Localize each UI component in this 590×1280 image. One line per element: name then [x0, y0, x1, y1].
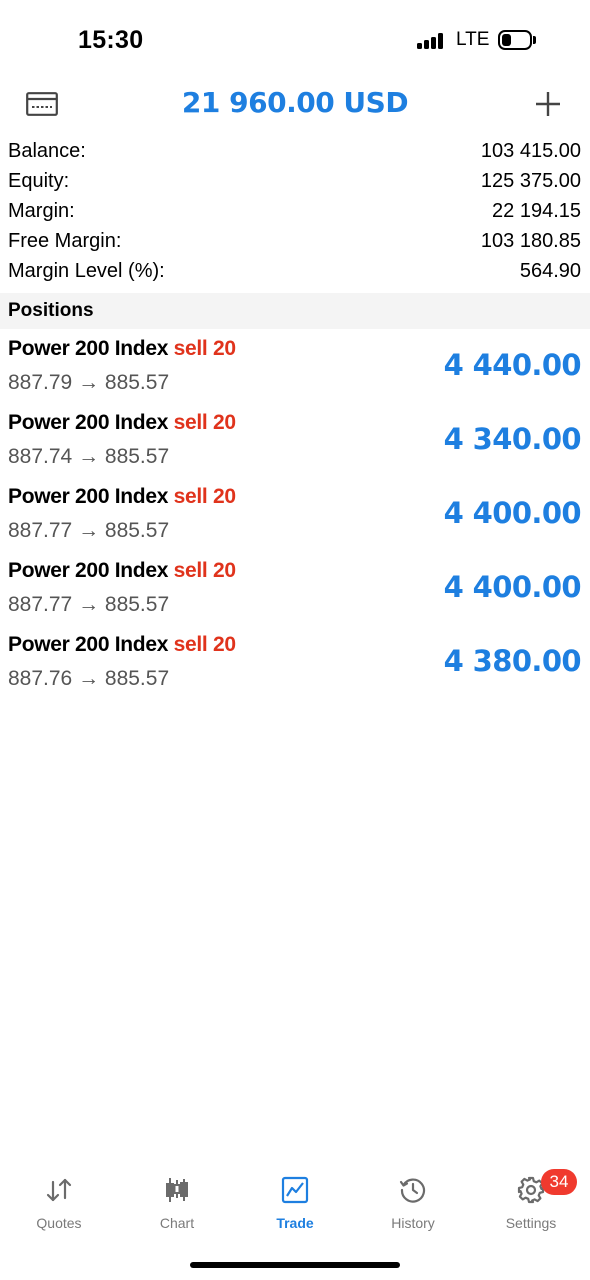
account-label: Equity: — [8, 170, 70, 192]
tab-label: History — [391, 1215, 435, 1231]
position-direction: sell 20 — [173, 485, 236, 508]
account-summary: Balance: 103 415.00 Equity: 125 375.00 M… — [0, 138, 590, 288]
position-symbol: Power 200 Index — [8, 633, 169, 656]
trade-icon — [281, 1176, 309, 1204]
position-row[interactable]: Power 200 Index sell 20 887.77 → 885.57 … — [0, 482, 590, 556]
tab-trade[interactable]: Trade — [236, 1168, 354, 1238]
positions-list: Power 200 Index sell 20 887.79 → 885.57 … — [0, 334, 590, 704]
position-direction: sell 20 — [173, 411, 236, 434]
position-row[interactable]: Power 200 Index sell 20 887.76 → 885.57 … — [0, 630, 590, 704]
quotes-icon — [46, 1178, 72, 1202]
plus-icon[interactable] — [534, 90, 562, 118]
status-bar: 15:30 LTE — [0, 0, 590, 80]
position-direction: sell 20 — [173, 633, 236, 656]
profit-total: 21 960.00 USD — [181, 86, 409, 119]
home-indicator — [190, 1262, 400, 1268]
position-prices: 887.76 → 885.57 — [8, 667, 170, 690]
network-type: LTE — [456, 29, 490, 50]
tab-label: Quotes — [36, 1215, 82, 1231]
tab-history[interactable]: History — [354, 1168, 472, 1238]
position-direction: sell 20 — [173, 559, 236, 582]
account-value: 22 194.15 — [492, 200, 581, 222]
tab-label: Chart — [159, 1215, 195, 1231]
account-label: Margin: — [8, 200, 75, 222]
position-symbol: Power 200 Index — [8, 485, 169, 508]
account-row-margin: Margin: 22 194.15 — [0, 198, 590, 228]
status-time: 15:30 — [78, 26, 144, 54]
position-direction: sell 20 — [173, 337, 236, 360]
positions-section-header: Positions — [0, 293, 590, 329]
account-row-balance: Balance: 103 415.00 — [0, 138, 590, 168]
position-symbol: Power 200 Index — [8, 559, 169, 582]
position-profit: 4 380.00 — [443, 644, 582, 678]
position-row[interactable]: Power 200 Index sell 20 887.79 → 885.57 … — [0, 334, 590, 408]
account-row-equity: Equity: 125 375.00 — [0, 168, 590, 198]
account-row-free-margin: Free Margin: 103 180.85 — [0, 228, 590, 258]
chart-icon — [166, 1178, 188, 1202]
tab-chart[interactable]: Chart — [118, 1168, 236, 1238]
position-prices: 887.77 → 885.57 — [8, 519, 170, 542]
signal-icon — [417, 33, 445, 49]
account-row-margin-level: Margin Level (%): 564.90 — [0, 258, 590, 288]
account-value: 103 180.85 — [480, 230, 581, 252]
account-label: Free Margin: — [8, 230, 122, 252]
account-label: Margin Level (%): — [8, 260, 165, 282]
position-profit: 4 440.00 — [443, 348, 582, 382]
position-prices: 887.77 → 885.57 — [8, 593, 170, 616]
position-prices: 887.74 → 885.57 — [8, 445, 170, 468]
account-value: 103 415.00 — [480, 140, 581, 162]
position-profit: 4 340.00 — [443, 422, 582, 456]
position-symbol: Power 200 Index — [8, 337, 169, 360]
position-prices: 887.79 → 885.57 — [8, 371, 170, 394]
account-value: 125 375.00 — [480, 170, 581, 192]
position-row[interactable]: Power 200 Index sell 20 887.77 → 885.57 … — [0, 556, 590, 630]
tab-quotes[interactable]: Quotes — [0, 1168, 118, 1238]
header: 21 960.00 USD — [0, 78, 590, 130]
tab-label: Trade — [276, 1215, 314, 1231]
notification-badge: 34 — [541, 1169, 577, 1195]
position-symbol: Power 200 Index — [8, 411, 169, 434]
tab-bar: Quotes Chart Trade History Settings — [0, 1168, 590, 1238]
battery-icon — [498, 30, 536, 50]
account-value: 564.90 — [519, 260, 581, 282]
account-label: Balance: — [8, 140, 86, 162]
position-row[interactable]: Power 200 Index sell 20 887.74 → 885.57 … — [0, 408, 590, 482]
tab-label: Settings — [505, 1215, 557, 1231]
positions-title: Positions — [8, 300, 94, 321]
position-profit: 4 400.00 — [443, 496, 582, 530]
history-icon — [399, 1178, 426, 1203]
position-profit: 4 400.00 — [443, 570, 582, 604]
